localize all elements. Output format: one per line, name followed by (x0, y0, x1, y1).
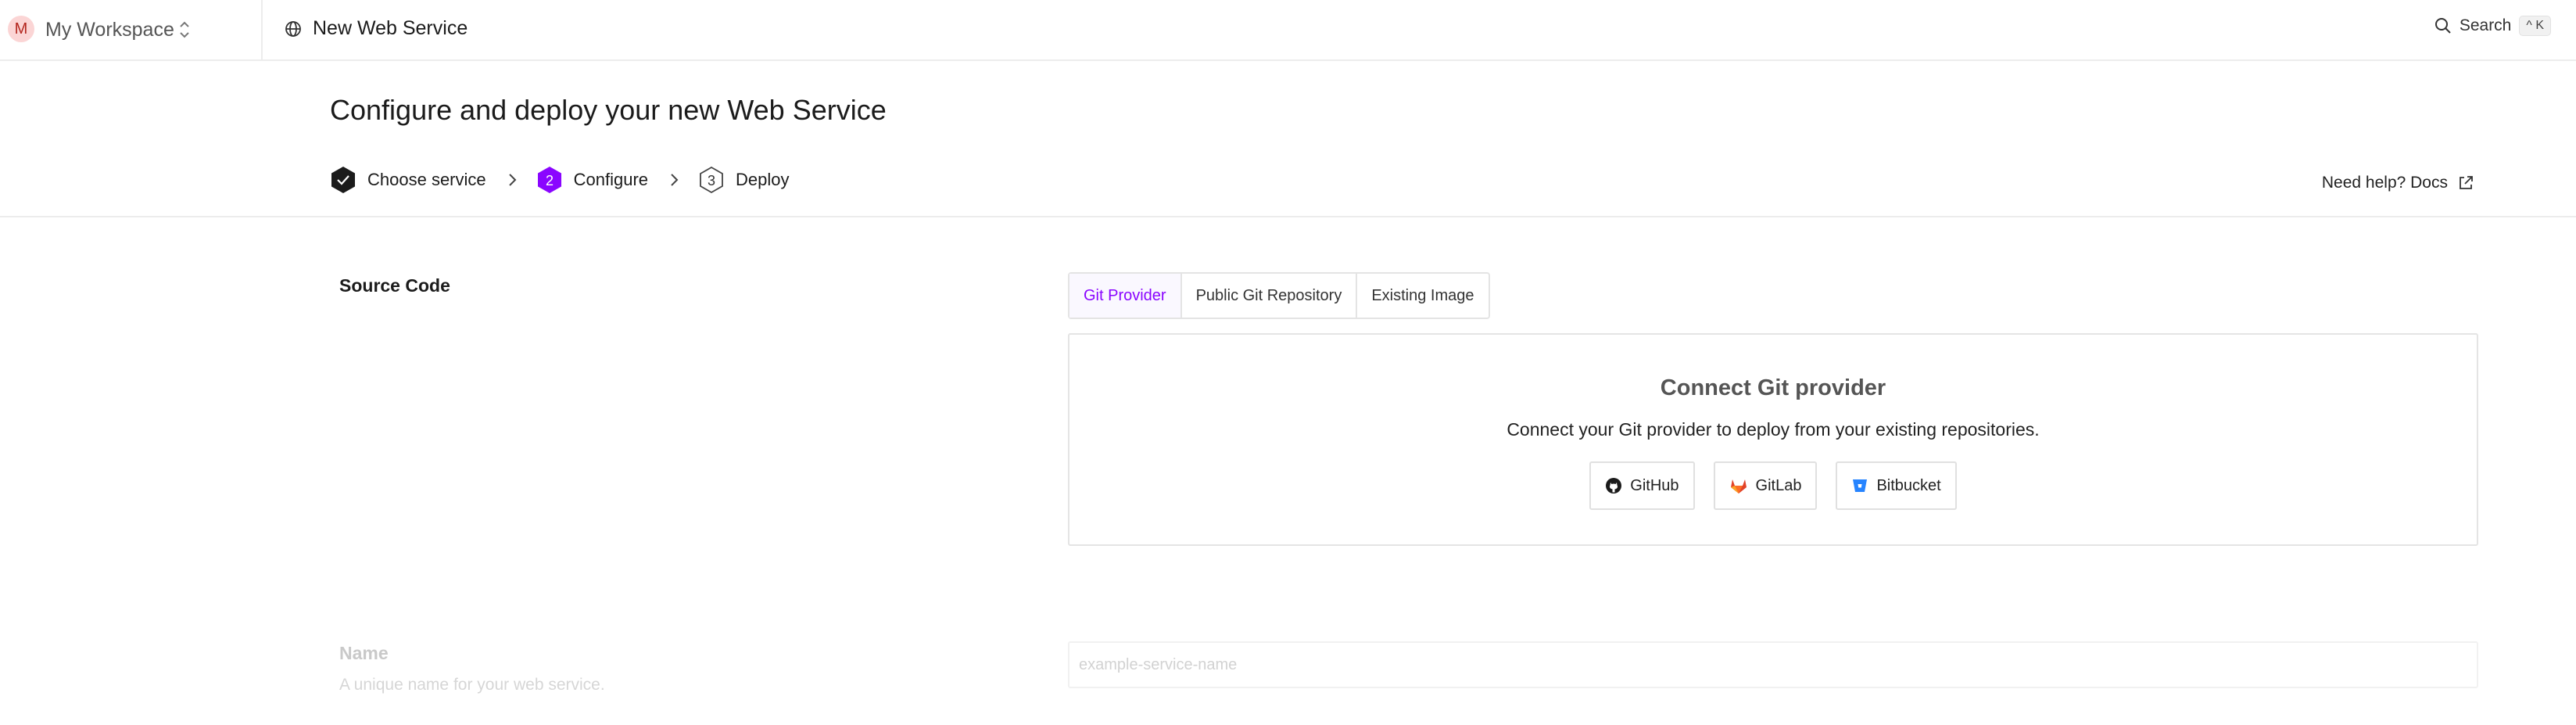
search-icon (2434, 18, 2451, 34)
step-choose-service[interactable]: Choose service (330, 166, 486, 194)
chevron-right-icon (508, 174, 517, 186)
service-name-input[interactable] (1068, 641, 2478, 688)
tab-git-provider[interactable]: Git Provider (1069, 274, 1182, 318)
divider (0, 216, 2576, 217)
step-label: Choose service (367, 170, 486, 189)
search-shortcut: ^ K (2519, 16, 2551, 36)
docs-link[interactable]: Need help? Docs (2322, 174, 2474, 192)
provider-label: GitHub (1630, 476, 1679, 494)
search-button[interactable]: Search ^ K (2434, 16, 2551, 36)
provider-buttons: GitHub GitLab Bitbucket (1069, 461, 2477, 510)
step-number: 2 (546, 173, 554, 188)
panel-title: Connect Git provider (1660, 375, 1886, 400)
step-deploy: 3 Deploy (698, 166, 790, 194)
github-icon (1606, 478, 1622, 494)
chevron-updown-icon (180, 21, 189, 38)
step-pending-icon: 3 (700, 166, 723, 194)
stepper: Choose service 2 Configure 3 Deploy (330, 166, 790, 194)
step-label: Deploy (736, 170, 790, 189)
page-heading: Configure and deploy your new Web Servic… (330, 94, 887, 126)
page-title: New Web Service (313, 17, 468, 39)
avatar: M (8, 16, 34, 42)
chevron-right-icon (671, 174, 679, 186)
breadcrumb: New Web Service (285, 17, 468, 40)
connect-git-panel: Connect Git provider Connect your Git pr… (1068, 333, 2478, 546)
panel-description: Connect your Git provider to deploy from… (1507, 419, 2040, 440)
provider-label: Bitbucket (1876, 476, 1941, 494)
name-help-text: A unique name for your web service. (339, 676, 605, 694)
github-button[interactable]: GitHub (1589, 461, 1695, 510)
gitlab-icon (1730, 479, 1747, 494)
step-done-icon (331, 167, 355, 193)
source-tabs: Git Provider Public Git Repository Exist… (1068, 272, 1490, 319)
workspace-switcher[interactable]: M My Workspace (0, 0, 263, 61)
external-link-icon (2460, 176, 2473, 189)
step-active-icon: 2 (537, 167, 561, 193)
section-label-source-code: Source Code (339, 275, 450, 296)
docs-label: Need help? Docs (2321, 174, 2448, 192)
bitbucket-button[interactable]: Bitbucket (1836, 461, 1957, 510)
workspace-name: My Workspace (45, 19, 174, 41)
top-bar: M My Workspace New Web Service Search ^ … (0, 0, 2576, 61)
globe-icon (285, 20, 301, 37)
tab-existing-image[interactable]: Existing Image (1357, 274, 1488, 318)
step-configure: 2 Configure (536, 166, 648, 194)
gitlab-button[interactable]: GitLab (1713, 461, 1818, 510)
name-label: Name (339, 643, 389, 663)
search-label: Search (2459, 16, 2512, 34)
tab-public-git-repository[interactable]: Public Git Repository (1182, 274, 1358, 318)
provider-label: GitLab (1755, 476, 1802, 494)
step-number: 3 (708, 173, 715, 188)
step-label: Configure (573, 170, 649, 189)
bitbucket-icon (1853, 479, 1868, 492)
